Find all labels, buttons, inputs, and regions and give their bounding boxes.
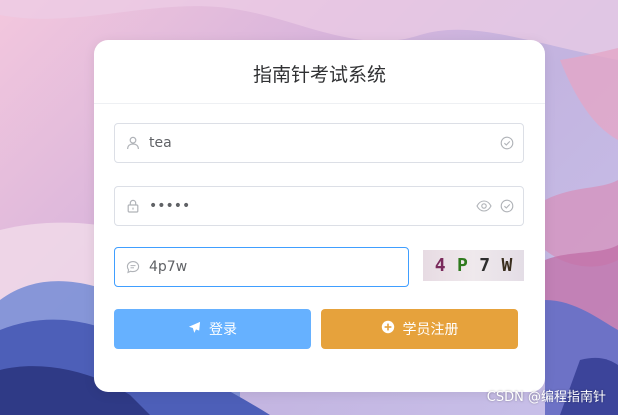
title-divider — [94, 103, 545, 104]
captcha-value: 4p7w — [149, 259, 188, 275]
password-field[interactable]: ••••• — [114, 186, 524, 226]
captcha-char: 7 — [479, 255, 491, 276]
user-icon — [119, 136, 147, 150]
check-circle-icon — [500, 199, 514, 213]
page-title: 指南针考试系统 — [252, 64, 386, 86]
username-field[interactable]: tea — [114, 123, 524, 163]
watermark: CSDN @编程指南针 — [486, 390, 606, 405]
register-button-label: 学员注册 — [402, 322, 459, 338]
login-button[interactable]: 登录 — [114, 309, 311, 349]
captcha-char: W — [501, 255, 513, 276]
eye-icon[interactable] — [476, 200, 492, 212]
check-circle-icon — [500, 136, 514, 150]
register-button[interactable]: 学员注册 — [321, 309, 518, 349]
captcha-input[interactable]: 4p7w — [114, 247, 409, 287]
plus-circle-icon — [381, 320, 395, 338]
lock-icon — [119, 199, 147, 213]
username-value: tea — [149, 135, 172, 151]
password-value: ••••• — [149, 198, 191, 214]
captcha-image[interactable]: 4 P 7 W — [423, 250, 524, 281]
send-icon — [188, 321, 201, 338]
message-icon — [119, 260, 147, 274]
login-card: 指南针考试系统 tea ••••• 4p7w 4 P 7 W 登录 学员注册 — [94, 40, 545, 392]
login-button-label: 登录 — [209, 322, 237, 338]
captcha-char: P — [456, 255, 468, 276]
captcha-char: 4 — [434, 255, 446, 276]
